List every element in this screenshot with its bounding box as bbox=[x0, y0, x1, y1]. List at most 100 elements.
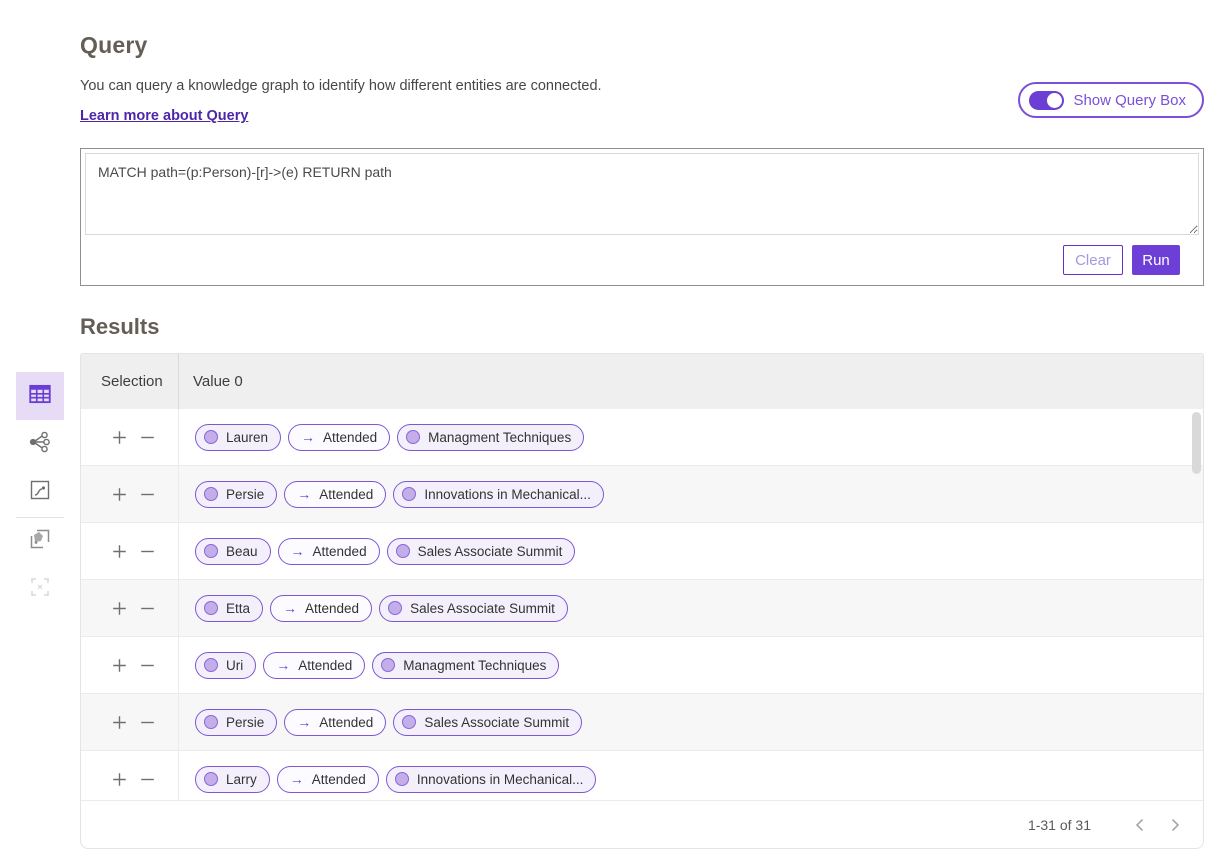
value-cell: Larry →Attended Innovations in Mechanical.… bbox=[179, 751, 1203, 800]
query-description-block: You can query a knowledge graph to ident… bbox=[80, 78, 602, 125]
selection-cell bbox=[81, 637, 179, 693]
query-button-bar: Clear Run bbox=[81, 235, 1203, 285]
table-row: Persie →Attended Innovations in Mechanical… bbox=[81, 466, 1203, 523]
sidebar-item-map-view[interactable] bbox=[28, 529, 52, 553]
node-circle-icon bbox=[395, 772, 409, 786]
arrow-right-icon: → bbox=[297, 715, 311, 729]
table-scrollbar[interactable] bbox=[1192, 412, 1201, 796]
node-label: Larry bbox=[226, 772, 257, 787]
arrow-right-icon: → bbox=[297, 487, 311, 501]
arrow-right-icon: → bbox=[276, 658, 290, 672]
target-node-pill[interactable]: Innovations in Mechanical... bbox=[393, 481, 604, 508]
remove-from-selection-button[interactable] bbox=[140, 601, 155, 616]
previous-page-button[interactable] bbox=[1125, 811, 1153, 839]
node-circle-icon bbox=[388, 601, 402, 615]
remove-from-selection-button[interactable] bbox=[140, 715, 155, 730]
edge-label: Attended bbox=[323, 430, 377, 445]
add-to-selection-button[interactable] bbox=[112, 658, 127, 673]
edge-pill[interactable]: →Attended bbox=[270, 595, 372, 622]
add-to-selection-button[interactable] bbox=[112, 715, 127, 730]
results-table-footer: 1-31 of 31 bbox=[81, 800, 1203, 848]
target-node-pill[interactable]: Innovations in Mechanical... bbox=[386, 766, 597, 793]
node-circle-icon bbox=[204, 544, 218, 558]
node-circle-icon bbox=[402, 487, 416, 501]
add-to-selection-button[interactable] bbox=[112, 430, 127, 445]
node-label: Sales Associate Summit bbox=[410, 601, 555, 616]
node-circle-icon bbox=[396, 544, 410, 558]
arrow-right-icon: → bbox=[290, 772, 304, 786]
target-node-pill[interactable]: Managment Techniques bbox=[372, 652, 559, 679]
node-label: Persie bbox=[226, 487, 264, 502]
remove-from-selection-button[interactable] bbox=[140, 487, 155, 502]
value-cell: Lauren →Attended Managment Techniques bbox=[179, 409, 1203, 465]
node-circle-icon bbox=[406, 430, 420, 444]
add-to-selection-button[interactable] bbox=[112, 544, 127, 559]
source-node-pill[interactable]: Uri bbox=[195, 652, 256, 679]
next-page-button[interactable] bbox=[1161, 811, 1189, 839]
source-node-pill[interactable]: Etta bbox=[195, 595, 263, 622]
add-to-selection-button[interactable] bbox=[112, 487, 127, 502]
edge-pill[interactable]: →Attended bbox=[284, 481, 386, 508]
target-node-pill[interactable]: Sales Associate Summit bbox=[379, 595, 568, 622]
table-row: Etta →Attended Sales Associate Summit bbox=[81, 580, 1203, 637]
source-node-pill[interactable]: Larry bbox=[195, 766, 270, 793]
edge-pill[interactable]: →Attended bbox=[277, 766, 379, 793]
edge-pill[interactable]: →Attended bbox=[288, 424, 390, 451]
sidebar-item-chart-view[interactable] bbox=[28, 480, 52, 504]
sidebar-item-table-view[interactable] bbox=[16, 372, 64, 420]
edge-pill[interactable]: → Attended bbox=[278, 538, 380, 565]
source-node-pill[interactable]: Lauren bbox=[195, 424, 281, 451]
results-title: Results bbox=[80, 314, 1204, 340]
selection-cell bbox=[81, 466, 179, 522]
pagination-range: 1-31 of 31 bbox=[1028, 817, 1091, 833]
node-circle-icon bbox=[204, 430, 218, 444]
query-input[interactable]: MATCH path=(p:Person)-[r]->(e) RETURN pa… bbox=[85, 153, 1199, 235]
scrollbar-thumb[interactable] bbox=[1192, 412, 1201, 474]
node-circle-icon bbox=[204, 601, 218, 615]
node-label: Lauren bbox=[226, 430, 268, 445]
node-circle-icon bbox=[402, 715, 416, 729]
edge-label: Attended bbox=[313, 544, 367, 559]
target-node-pill[interactable]: Managment Techniques bbox=[397, 424, 584, 451]
arrow-right-icon: → bbox=[291, 544, 305, 558]
add-to-selection-button[interactable] bbox=[112, 772, 127, 787]
clear-button[interactable]: Clear bbox=[1063, 245, 1123, 275]
node-label: Managment Techniques bbox=[428, 430, 571, 445]
learn-more-link[interactable]: Learn more about Query bbox=[80, 108, 248, 124]
node-circle-icon bbox=[204, 772, 218, 786]
node-label: Innovations in Mechanical... bbox=[417, 772, 584, 787]
results-table-header: Selection Value 0 bbox=[81, 354, 1203, 409]
target-node-pill[interactable]: Sales Associate Summit bbox=[387, 538, 576, 565]
source-node-pill[interactable]: Persie bbox=[195, 709, 277, 736]
value-cell: Beau → Attended Sales Associate Summit bbox=[179, 523, 1203, 579]
node-label: Sales Associate Summit bbox=[418, 544, 563, 559]
selection-cell bbox=[81, 580, 179, 636]
remove-from-selection-button[interactable] bbox=[140, 772, 155, 787]
selection-cell bbox=[81, 694, 179, 750]
edge-pill[interactable]: →Attended bbox=[284, 709, 386, 736]
graph-view-icon bbox=[28, 430, 52, 459]
column-header-selection: Selection bbox=[81, 354, 179, 409]
node-circle-icon bbox=[381, 658, 395, 672]
run-button[interactable]: Run bbox=[1132, 245, 1180, 275]
value-cell: Persie →Attended Innovations in Mechanical… bbox=[179, 466, 1203, 522]
results-view-sidebar bbox=[16, 372, 64, 601]
node-label: Uri bbox=[226, 658, 243, 673]
sidebar-item-graph-view[interactable] bbox=[28, 432, 52, 456]
remove-from-selection-button[interactable] bbox=[140, 658, 155, 673]
edge-pill[interactable]: →Attended bbox=[263, 652, 365, 679]
source-node-pill[interactable]: Beau bbox=[195, 538, 271, 565]
node-label: Managment Techniques bbox=[403, 658, 546, 673]
edge-label: Attended bbox=[305, 601, 359, 616]
add-to-selection-button[interactable] bbox=[112, 601, 127, 616]
remove-from-selection-button[interactable] bbox=[140, 430, 155, 445]
results-table-body: Lauren→AttendedManagment TechniquesPersi… bbox=[81, 409, 1203, 800]
sidebar-divider bbox=[16, 517, 64, 518]
main-content: Query You can query a knowledge graph to… bbox=[80, 0, 1204, 849]
source-node-pill[interactable]: Persie bbox=[195, 481, 277, 508]
remove-from-selection-button[interactable] bbox=[140, 544, 155, 559]
table-row: Lauren →Attended Managment Techniques bbox=[81, 409, 1203, 466]
table-view-icon bbox=[27, 381, 53, 412]
show-query-box-toggle[interactable]: Show Query Box bbox=[1018, 82, 1204, 118]
target-node-pill[interactable]: Sales Associate Summit bbox=[393, 709, 582, 736]
